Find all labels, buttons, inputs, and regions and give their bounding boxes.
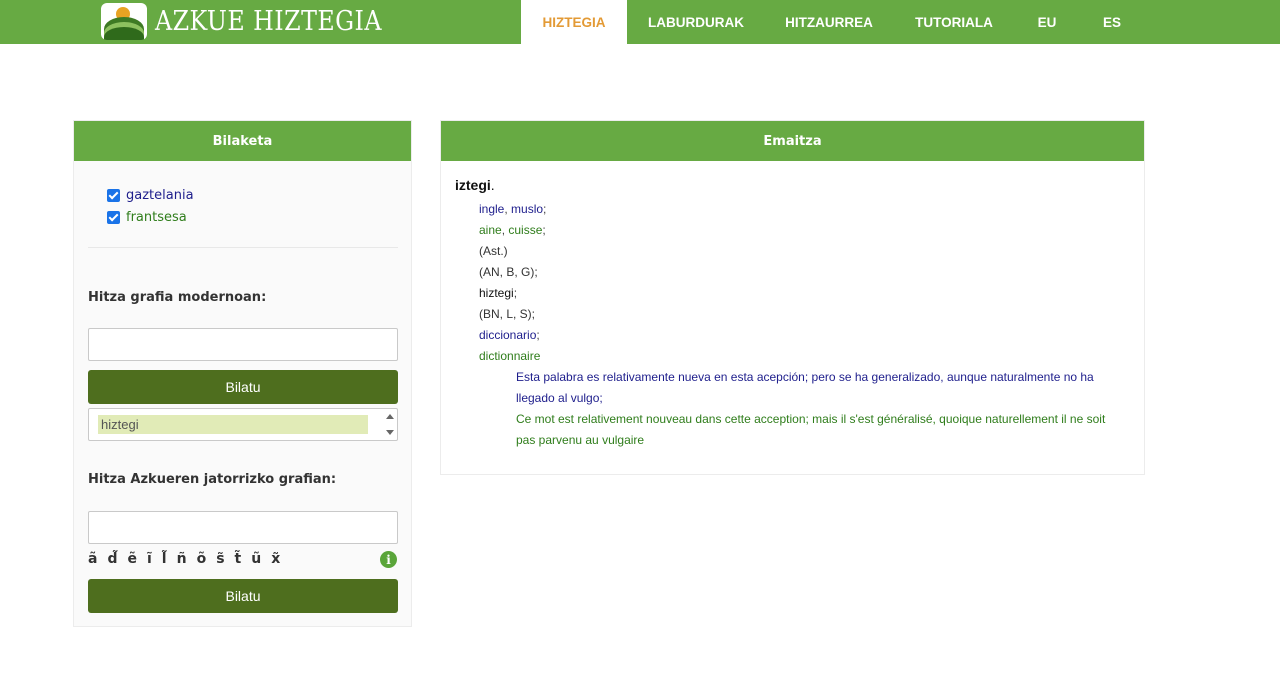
- spanish-label: gaztelania: [126, 188, 194, 203]
- nav-lang-eu[interactable]: EU: [1027, 0, 1067, 44]
- french-checkbox[interactable]: [107, 211, 120, 224]
- original-spelling-label: Hitza Azkueren jatorrizko grafian:: [88, 472, 337, 487]
- logo-emblem-icon: [101, 2, 147, 40]
- entry-headword: iztegi.: [455, 177, 495, 193]
- nav-tutoriala[interactable]: TUTORIALA: [905, 0, 1003, 44]
- info-icon[interactable]: i: [380, 551, 397, 568]
- special-characters-bar: ã d̃ ẽ ĩ l̃ ñ õ s̃ t̃ ũ x̃: [88, 551, 280, 567]
- region-abbreviation-ast: (Ast.): [479, 244, 508, 258]
- search-original-button[interactable]: Bilatu: [88, 579, 398, 613]
- original-spelling-input[interactable]: [88, 511, 398, 544]
- modern-spelling-label: Hitza grafia modernoan:: [88, 290, 267, 305]
- nav-hitzaurrea[interactable]: HITZAURREA: [775, 0, 883, 44]
- french-label: frantsesa: [126, 210, 187, 225]
- site-logo[interactable]: AZKUE HIZTEGIA: [101, 2, 413, 40]
- result-panel-title: Emaitza: [441, 121, 1144, 161]
- special-char-o-tilde[interactable]: õ: [197, 551, 207, 567]
- special-char-s-tilde[interactable]: s̃: [216, 551, 224, 567]
- language-option-french[interactable]: frantsesa: [107, 210, 187, 225]
- scroll-up-icon[interactable]: [386, 414, 394, 419]
- search-panel: Bilaketa gaztelania frantsesa Hitza graf…: [73, 120, 412, 627]
- special-char-t-tilde[interactable]: t̃: [235, 551, 242, 567]
- special-char-l-tilde[interactable]: l̃: [162, 551, 167, 567]
- result-panel: Emaitza iztegi. ingle, muslo; aine, cuis…: [440, 120, 1145, 475]
- suggestion-listbox[interactable]: hiztegi: [88, 408, 398, 441]
- nav-laburdurak[interactable]: LABURDURAK: [638, 0, 754, 44]
- special-char-d-tilde[interactable]: d̃: [107, 551, 117, 567]
- scroll-down-icon[interactable]: [386, 430, 394, 435]
- listbox-scrollbar[interactable]: [383, 410, 396, 439]
- language-option-spanish[interactable]: gaztelania: [107, 188, 194, 203]
- spanish-meaning: diccionario;: [479, 328, 540, 342]
- nav-lang-es[interactable]: ES: [1092, 0, 1132, 44]
- spanish-usage-note: Esta palabra es relativamente nueva en e…: [516, 370, 1094, 405]
- special-char-i-tilde[interactable]: ĩ: [147, 551, 152, 567]
- modern-spelling-input[interactable]: [88, 328, 398, 361]
- special-char-u-tilde[interactable]: ũ: [251, 551, 261, 567]
- special-char-a-tilde[interactable]: ã: [88, 551, 97, 567]
- french-usage-note: Ce mot est relativement nouveau dans cet…: [516, 412, 1106, 447]
- spanish-translation: ingle, muslo;: [479, 202, 547, 216]
- special-char-n-tilde[interactable]: ñ: [177, 551, 187, 567]
- special-char-x-tilde[interactable]: x̃: [271, 551, 280, 567]
- spanish-checkbox[interactable]: [107, 189, 120, 202]
- dictionary-entry: iztegi.: [455, 177, 495, 193]
- cross-reference-word: hiztegi;: [479, 286, 518, 300]
- region-abbreviation-bn-l-s: (BN, L, S);: [479, 307, 536, 321]
- region-abbreviation-an-b-g: (AN, B, G);: [479, 265, 538, 279]
- site-title: AZKUE HIZTEGIA: [155, 5, 382, 37]
- french-translation: aine, cuisse;: [479, 223, 546, 237]
- special-char-e-tilde[interactable]: ẽ: [127, 551, 137, 567]
- divider: [88, 247, 398, 248]
- suggestion-option[interactable]: hiztegi: [98, 415, 368, 434]
- nav-hiztegia[interactable]: HIZTEGIA: [521, 0, 627, 44]
- search-modern-button[interactable]: Bilatu: [88, 370, 398, 404]
- french-meaning[interactable]: dictionnaire: [479, 349, 540, 363]
- search-panel-title: Bilaketa: [74, 121, 411, 161]
